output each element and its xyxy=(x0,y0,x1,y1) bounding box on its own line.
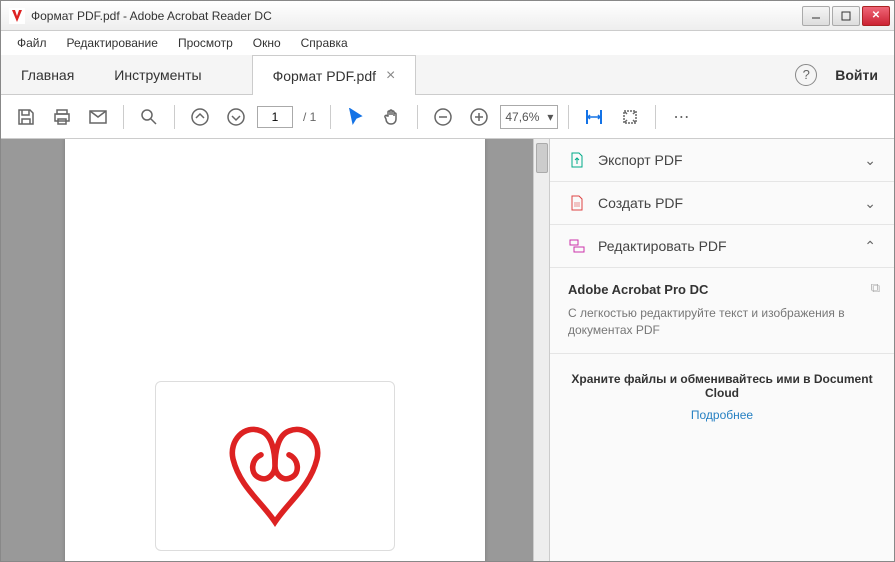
help-button[interactable]: ? xyxy=(795,64,817,86)
pdf-logo-icon xyxy=(155,381,395,551)
login-button[interactable]: Войти xyxy=(835,67,878,83)
page-up-icon[interactable] xyxy=(185,102,215,132)
copy-icon[interactable]: ⧉ xyxy=(871,280,880,296)
menu-view[interactable]: Просмотр xyxy=(168,33,243,53)
chevron-up-icon: ⌃ xyxy=(864,238,876,255)
window-title: Формат PDF.pdf - Adobe Acrobat Reader DC xyxy=(31,9,802,23)
edit-pdf-label: Редактировать PDF xyxy=(598,238,727,254)
export-icon xyxy=(568,151,586,169)
tabbar: Главная Инструменты Формат PDF.pdf × ? В… xyxy=(1,55,894,95)
print-icon[interactable] xyxy=(47,102,77,132)
email-icon[interactable] xyxy=(83,102,113,132)
learn-more-link[interactable]: Подробнее xyxy=(568,408,876,422)
create-pdf-item[interactable]: Создать PDF ⌄ xyxy=(550,182,894,225)
tab-document-label: Формат PDF.pdf xyxy=(273,68,376,84)
select-tool-icon[interactable] xyxy=(341,102,371,132)
menubar: Файл Редактирование Просмотр Окно Справк… xyxy=(1,31,894,55)
fit-width-icon[interactable] xyxy=(579,102,609,132)
save-icon[interactable] xyxy=(11,102,41,132)
export-pdf-label: Экспорт PDF xyxy=(598,152,683,168)
tab-tools-label: Инструменты xyxy=(114,67,201,83)
chevron-down-icon: ⌄ xyxy=(864,152,876,169)
zoom-out-icon[interactable] xyxy=(428,102,458,132)
tab-close-icon[interactable]: × xyxy=(386,67,395,85)
zoom-value: 47,6% xyxy=(505,110,539,124)
menu-help[interactable]: Справка xyxy=(291,33,358,53)
zoom-dropdown[interactable]: 47,6% ▾ xyxy=(500,105,558,129)
menu-file[interactable]: Файл xyxy=(7,33,57,53)
scrollbar-thumb[interactable] xyxy=(536,143,548,173)
cloud-promo-text: Храните файлы и обменивайтесь ими в Docu… xyxy=(568,372,876,400)
titlebar: Формат PDF.pdf - Adobe Acrobat Reader DC… xyxy=(1,1,894,31)
hand-tool-icon[interactable] xyxy=(377,102,407,132)
export-pdf-item[interactable]: Экспорт PDF ⌄ xyxy=(550,139,894,182)
promo-box: ⧉ Adobe Acrobat Pro DC С легкостью редак… xyxy=(550,268,894,354)
page-total: / 1 xyxy=(303,110,316,124)
close-button[interactable]: ✕ xyxy=(862,6,890,26)
search-icon[interactable] xyxy=(134,102,164,132)
zoom-in-icon[interactable] xyxy=(464,102,494,132)
pdf-page: Формат PDF используется для хранения эле… xyxy=(65,139,485,561)
menu-edit[interactable]: Редактирование xyxy=(57,33,168,53)
minimize-button[interactable] xyxy=(802,6,830,26)
vertical-scrollbar[interactable] xyxy=(533,139,549,561)
cloud-promo: Храните файлы и обменивайтесь ими в Docu… xyxy=(550,354,894,440)
chevron-down-icon: ⌄ xyxy=(864,195,876,212)
create-pdf-label: Создать PDF xyxy=(598,195,683,211)
more-tools-icon[interactable]: ⋯ xyxy=(666,102,696,132)
page-down-icon[interactable] xyxy=(221,102,251,132)
maximize-button[interactable] xyxy=(832,6,860,26)
app-icon xyxy=(9,8,25,24)
tab-home[interactable]: Главная xyxy=(1,55,94,94)
document-area[interactable]: Формат PDF используется для хранения эле… xyxy=(1,139,549,561)
chevron-down-icon: ▾ xyxy=(547,110,553,124)
tab-tools[interactable]: Инструменты xyxy=(94,55,221,94)
page-number-input[interactable] xyxy=(257,106,293,128)
create-icon xyxy=(568,194,586,212)
menu-window[interactable]: Окно xyxy=(243,33,291,53)
edit-icon xyxy=(568,237,586,255)
promo-title: Adobe Acrobat Pro DC xyxy=(568,282,876,297)
toolbar: / 1 47,6% ▾ ⋯ xyxy=(1,95,894,139)
tab-document[interactable]: Формат PDF.pdf × xyxy=(252,55,417,95)
tab-home-label: Главная xyxy=(21,67,74,83)
fit-page-icon[interactable] xyxy=(615,102,645,132)
edit-pdf-item[interactable]: Редактировать PDF ⌃ xyxy=(550,225,894,268)
tools-panel: Экспорт PDF ⌄ Создать PDF ⌄ Редактироват… xyxy=(549,139,894,561)
promo-text: С легкостью редактируйте текст и изображ… xyxy=(568,305,876,339)
